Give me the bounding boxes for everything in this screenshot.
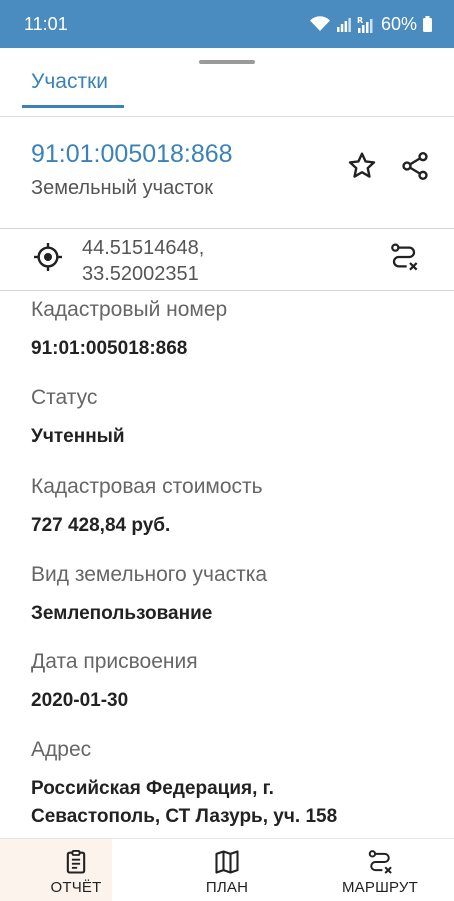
field-value: Землепользование: [31, 603, 213, 624]
route-icon: [388, 241, 420, 278]
coordinates-text[interactable]: 44.51514648, 33.52002351: [82, 235, 204, 287]
share-icon: [399, 150, 431, 187]
field-cadastral-number: Кадастровый номер 91:01:005018:868: [31, 298, 431, 363]
field-value: 2020-01-30: [31, 690, 129, 711]
star-icon: [346, 150, 378, 187]
battery-percent: 60%: [380, 13, 417, 34]
favorite-button[interactable]: [344, 150, 380, 186]
field-label: Адрес: [31, 738, 92, 761]
status-bar: 11:01 R 60%: [0, 0, 454, 48]
nav-label: ПЛАН: [205, 879, 249, 896]
field-value: 91:01:005018:868: [31, 338, 188, 359]
battery-icon: [423, 16, 432, 32]
nav-label: ОТЧЁТ: [50, 879, 102, 896]
nav-plan[interactable]: ПЛАН: [187, 839, 267, 901]
field-value: Учтенный: [31, 426, 125, 447]
field-label: Кадастровая стоимость: [31, 475, 263, 498]
tab-divider: [0, 116, 454, 117]
signal-r-icon: R: [357, 15, 375, 33]
parcel-cadastral-number: 91:01:005018:868: [31, 140, 233, 168]
field-label: Вид земельного участка: [31, 563, 268, 586]
signal-icon: [336, 16, 351, 32]
field-label: Дата присвоения: [31, 650, 198, 673]
svg-text:R: R: [357, 16, 363, 25]
field-address: Адрес Российская Федерация, г. Севастопо…: [31, 738, 401, 831]
share-button[interactable]: [397, 150, 433, 186]
parcel-object-type: Земельный участок: [31, 177, 214, 199]
tab-bar: Участки: [0, 64, 454, 117]
tab-parcels[interactable]: Участки: [31, 70, 108, 94]
map-icon: [213, 839, 241, 876]
field-value: Российская Федерация, г. Севастополь, СТ…: [31, 778, 338, 827]
parcel-header: 91:01:005018:868 Земельный участок: [0, 118, 454, 228]
field-assignment-date: Дата присвоения 2020-01-30: [31, 650, 431, 715]
nav-report[interactable]: ОТЧЁТ: [36, 839, 116, 901]
location-target-icon: [32, 241, 64, 278]
bottom-navigation: ОТЧЁТ ПЛАН МАРШРУТ: [0, 838, 454, 901]
route-button[interactable]: [386, 241, 422, 277]
field-label: Статус: [31, 386, 98, 409]
nav-label: МАРШРУТ: [341, 879, 419, 896]
details-sheet: Участки 91:01:005018:868 Земельный участ…: [0, 48, 454, 901]
field-cadastral-value: Кадастровая стоимость 727 428,84 руб.: [31, 475, 431, 540]
coordinates-divider: [0, 290, 454, 291]
field-land-type: Вид земельного участка Землепользование: [31, 563, 431, 628]
field-label: Кадастровый номер: [31, 298, 228, 321]
field-value: 727 428,84 руб.: [31, 515, 171, 536]
coordinates-row: 44.51514648, 33.52002351: [0, 229, 454, 289]
coordinate-lat: 44.51514648,: [82, 237, 205, 259]
tab-indicator: [22, 105, 124, 108]
locate-button[interactable]: [30, 241, 66, 277]
field-status: Статус Учтенный: [31, 386, 431, 451]
report-clipboard-icon: [62, 839, 90, 876]
nav-route[interactable]: МАРШРУТ: [330, 839, 430, 901]
status-icons: R 60%: [309, 14, 432, 35]
status-time: 11:01: [24, 13, 68, 34]
route-icon: [366, 839, 394, 876]
wifi-icon: [309, 16, 331, 32]
coordinate-lon: 33.52002351: [82, 263, 199, 285]
